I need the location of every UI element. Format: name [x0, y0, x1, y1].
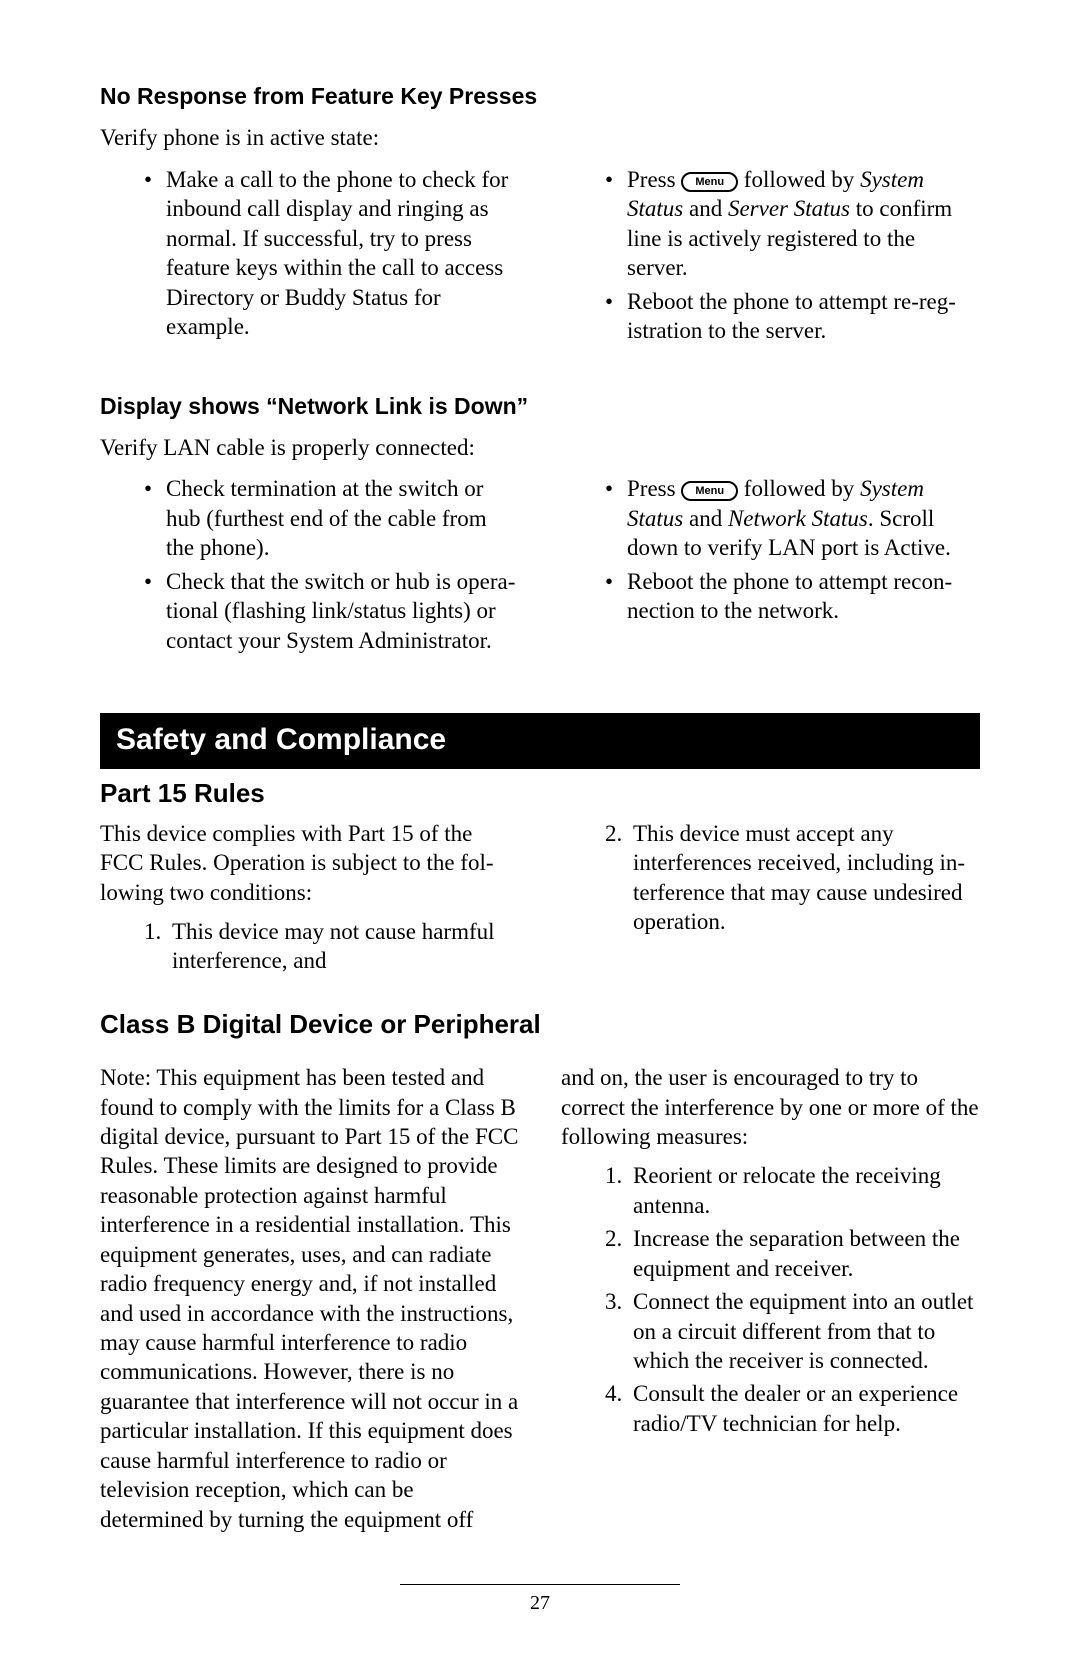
two-column-block: Note: This equipment has been tested and…: [100, 1063, 980, 1544]
right-column: Press Menu followed by System Status and…: [561, 165, 980, 350]
numbered-list: 1. This device may not cause harmful int…: [100, 917, 519, 976]
heading-part-15: Part 15 Rules: [100, 777, 980, 810]
heading-class-b: Class B Digital Device or Peripheral: [100, 1008, 980, 1041]
list-text: Increase the separation between the equi…: [633, 1226, 960, 1280]
list-text: This device may not cause harmful interf…: [172, 919, 495, 973]
list-item: Reboot the phone to attempt recon­nectio…: [605, 567, 980, 626]
list-item: Press Menu followed by System Status and…: [605, 474, 980, 562]
menu-key-icon: Menu: [681, 172, 738, 192]
list-text: This device must accept any interference…: [633, 821, 965, 934]
list-item: 1. Reorient or relocate the receiving an…: [605, 1161, 980, 1220]
bullet-list: Press Menu followed by System Status and…: [561, 165, 980, 346]
heading-network-link-down: Display shows “Network Link is Down”: [100, 392, 980, 421]
text-run: followed by: [738, 476, 860, 501]
left-column: Note: This equipment has been tested and…: [100, 1063, 519, 1544]
text-run: Press: [627, 167, 681, 192]
footer-rule: [400, 1584, 680, 1585]
list-item: 4. Consult the dealer or an experience r…: [605, 1379, 980, 1438]
text-run: Press: [627, 476, 681, 501]
text-run: and: [683, 196, 728, 221]
page-footer: 27: [0, 1584, 1080, 1617]
page-number: 27: [530, 1592, 550, 1614]
bullet-list: Check termination at the switch or hub (…: [100, 474, 519, 655]
lead-verify-active: Verify phone is in active state:: [100, 123, 980, 152]
bullet-list: Press Menu followed by System Status and…: [561, 474, 980, 625]
lead-verify-lan: Verify LAN cable is properly connected:: [100, 433, 980, 462]
left-column: Check termination at the switch or hub (…: [100, 474, 519, 659]
text-run: followed by: [738, 167, 860, 192]
list-item: Reboot the phone to attempt re-reg­istra…: [605, 287, 980, 346]
list-number: 2.: [605, 1224, 622, 1253]
list-text: Reorient or relocate the receiving anten…: [633, 1163, 941, 1217]
numbered-list: 2. This device must accept any interfere…: [561, 819, 980, 937]
list-text: Consult the dealer or an experience radi…: [633, 1381, 958, 1435]
list-item: 3. Connect the equipment into an out­let…: [605, 1287, 980, 1375]
bullet-list: Make a call to the phone to check for in…: [100, 165, 519, 342]
right-column: Press Menu followed by System Status and…: [561, 474, 980, 659]
list-number: 4.: [605, 1379, 622, 1408]
section-bar-safety: Safety and Compliance: [100, 713, 980, 769]
two-column-block: Check termination at the switch or hub (…: [100, 474, 980, 659]
lead-part15: This device complies with Part 15 of the…: [100, 819, 519, 907]
text-run: and: [683, 506, 728, 531]
list-text: Connect the equipment into an out­let on…: [633, 1289, 973, 1373]
list-item: Check that the switch or hub is opera­ti…: [144, 567, 519, 655]
list-item: Check termination at the switch or hub (…: [144, 474, 519, 562]
list-item: 2. This device must accept any interfere…: [605, 819, 980, 937]
list-item: Press Menu followed by System Status and…: [605, 165, 980, 283]
right-column: 2. This device must accept any interfere…: [561, 819, 980, 980]
list-number: 3.: [605, 1287, 622, 1316]
list-number: 1.: [605, 1161, 622, 1190]
list-number: 1.: [144, 917, 161, 946]
list-number: 2.: [605, 819, 622, 848]
two-column-block: This device complies with Part 15 of the…: [100, 819, 980, 980]
left-column: Make a call to the phone to check for in…: [100, 165, 519, 350]
italic-run: Server Status: [728, 196, 850, 221]
document-page: No Response from Feature Key Presses Ver…: [0, 0, 1080, 1669]
italic-run: Network Status: [728, 506, 868, 531]
class-b-right-lead: and on, the user is encouraged to try to…: [561, 1063, 980, 1151]
list-item: Make a call to the phone to check for in…: [144, 165, 519, 342]
left-column: This device complies with Part 15 of the…: [100, 819, 519, 980]
two-column-block: Make a call to the phone to check for in…: [100, 165, 980, 350]
heading-no-response: No Response from Feature Key Presses: [100, 82, 980, 111]
list-item: 2. Increase the separation between the e…: [605, 1224, 980, 1283]
menu-key-icon: Menu: [681, 481, 738, 501]
numbered-list: 1. Reorient or relocate the receiving an…: [561, 1161, 980, 1438]
class-b-paragraph: Note: This equipment has been tested and…: [100, 1063, 519, 1534]
list-item: 1. This device may not cause harmful int…: [144, 917, 519, 976]
right-column: and on, the user is encouraged to try to…: [561, 1063, 980, 1544]
